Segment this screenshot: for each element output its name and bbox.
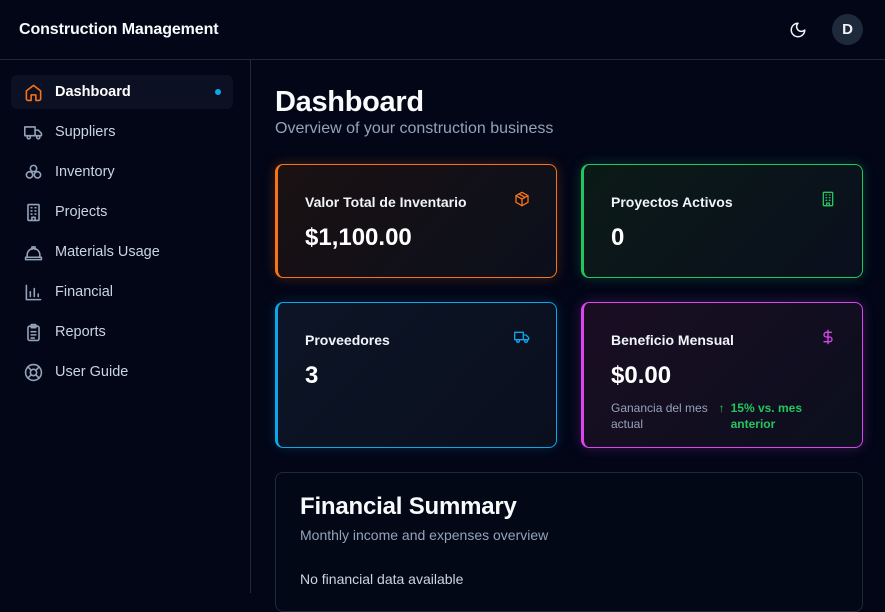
profit-note: Ganancia del mes actual xyxy=(611,401,708,431)
sidebar-item-financial[interactable]: Financial xyxy=(11,275,233,309)
sidebar-item-label: Reports xyxy=(55,324,106,340)
stat-cards: Valor Total de Inventario $1,100.00 Proy… xyxy=(275,164,863,448)
trend-indicator: ↑ 15% vs. mes anterior xyxy=(719,400,836,432)
sidebar-item-label: Projects xyxy=(55,204,108,220)
sidebar-item-reports[interactable]: Reports xyxy=(11,315,233,349)
card-label: Valor Total de Inventario xyxy=(305,193,467,210)
home-icon xyxy=(23,82,43,102)
financial-summary-panel: Financial Summary Monthly income and exp… xyxy=(275,472,863,612)
package-icon xyxy=(514,191,530,212)
sidebar-item-projects[interactable]: Projects xyxy=(11,195,233,229)
building-icon xyxy=(23,202,43,222)
sidebar-item-materials-usage[interactable]: Materials Usage xyxy=(11,235,233,269)
boxes-icon xyxy=(23,162,43,182)
card-value: $0.00 xyxy=(611,362,672,389)
sidebar-item-dashboard[interactable]: Dashboard xyxy=(11,75,233,109)
header-actions: D xyxy=(782,14,863,46)
app-title: Construction Management xyxy=(19,20,219,38)
bar-chart-icon xyxy=(23,282,43,302)
card-value: 0 xyxy=(611,224,625,251)
card-label: Proveedores xyxy=(305,331,390,348)
card-value: $1,100.00 xyxy=(305,224,412,251)
sidebar-item-label: Materials Usage xyxy=(55,244,160,260)
user-avatar-button[interactable]: D xyxy=(832,14,863,45)
top-header: Construction Management D xyxy=(0,0,885,60)
sidebar-item-label: Suppliers xyxy=(55,124,116,140)
card-label: Beneficio Mensual xyxy=(611,331,734,348)
page-subtitle: Overview of your construction business xyxy=(275,120,554,137)
sidebar-item-label: Dashboard xyxy=(55,84,131,100)
monthly-profit-card[interactable]: Beneficio Mensual $0.00 Ganancia del mes… xyxy=(581,302,863,448)
truck-icon xyxy=(23,122,43,142)
main-content: Dashboard Overview of your construction … xyxy=(251,60,885,612)
clipboard-icon xyxy=(23,322,43,342)
sidebar-item-label: User Guide xyxy=(55,364,129,380)
active-indicator-dot xyxy=(215,89,221,95)
financial-summary-title: Financial Summary xyxy=(300,493,517,520)
sidebar-item-user-guide[interactable]: User Guide xyxy=(11,355,233,389)
page-title: Dashboard xyxy=(275,86,424,118)
financial-summary-subtitle: Monthly income and expenses overview xyxy=(300,527,549,543)
truck-icon xyxy=(514,329,530,350)
empty-state-message: No financial data available xyxy=(300,571,464,587)
card-value: 3 xyxy=(305,362,319,389)
trend-text: 15% vs. mes anterior xyxy=(730,401,802,431)
moon-icon xyxy=(790,22,806,37)
building-icon xyxy=(820,191,836,212)
suppliers-card[interactable]: Proveedores 3 xyxy=(275,302,557,448)
dollar-icon xyxy=(820,329,836,350)
sidebar: Dashboard Suppliers Inventory Projects M… xyxy=(0,60,251,593)
hard-hat-icon xyxy=(23,242,43,262)
inventory-value-card[interactable]: Valor Total de Inventario $1,100.00 xyxy=(275,164,557,278)
arrow-up-icon: ↑ xyxy=(718,401,725,415)
sidebar-item-suppliers[interactable]: Suppliers xyxy=(11,115,233,149)
active-projects-card[interactable]: Proyectos Activos 0 xyxy=(581,164,863,278)
lifebuoy-icon xyxy=(23,362,43,382)
sidebar-item-label: Inventory xyxy=(55,164,115,180)
sidebar-item-label: Financial xyxy=(55,284,114,300)
card-label: Proyectos Activos xyxy=(611,193,733,210)
sidebar-item-inventory[interactable]: Inventory xyxy=(11,155,233,189)
theme-toggle-button[interactable] xyxy=(782,14,814,46)
